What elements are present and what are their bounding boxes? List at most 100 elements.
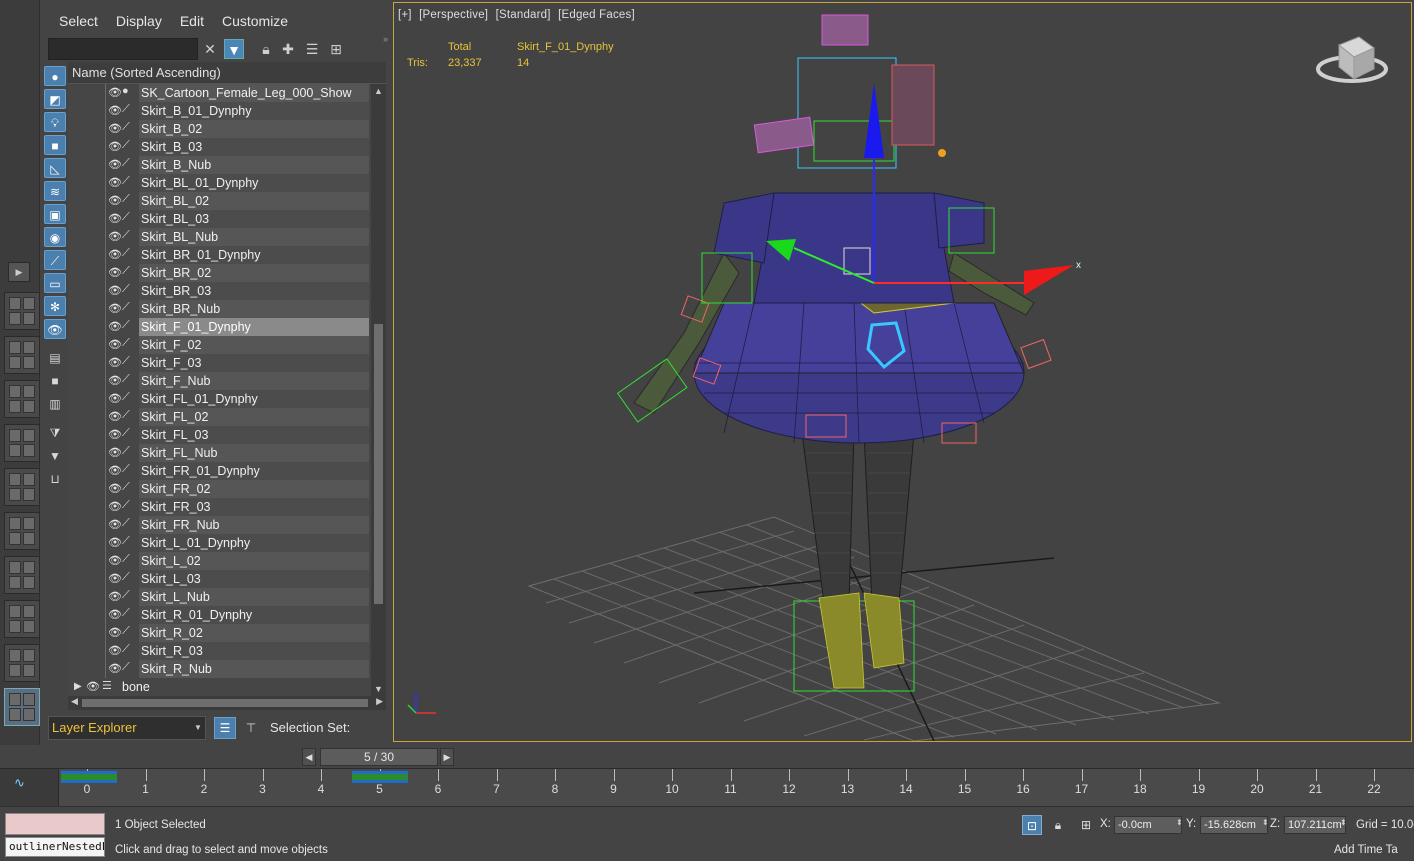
eye-icon[interactable]: 👁︎ (108, 446, 122, 459)
scroll-left-icon[interactable]: ◀ (71, 696, 78, 707)
list-item[interactable]: 👁︎ ⟋ Skirt_L_02 (68, 552, 371, 570)
list-item[interactable]: 👁︎ ⟋ Skirt_F_01_Dynphy (68, 318, 371, 336)
helpers-filter-icon[interactable]: ◺ (44, 158, 66, 178)
list-item[interactable]: 👁︎ ⟋ Skirt_L_01_Dynphy (68, 534, 371, 552)
list-item[interactable]: 👁︎ ⟋ Skirt_FL_01_Dynphy (68, 390, 371, 408)
scroll-down-icon[interactable]: ▼ (371, 684, 386, 694)
eye-icon[interactable]: 👁︎ (108, 374, 122, 387)
eye-icon[interactable]: 👁︎ (108, 176, 122, 189)
viewport-layout-tab[interactable] (4, 380, 40, 418)
list-item[interactable]: 👁︎ ⟋ Skirt_BL_01_Dynphy (68, 174, 371, 192)
eye-icon[interactable]: 👁︎ (108, 554, 122, 567)
eye-icon[interactable]: 👁︎ (108, 572, 122, 585)
eye-icon[interactable]: 👁︎ (108, 464, 122, 477)
selection-lock-icon[interactable]: 🔒︎ (1048, 815, 1068, 835)
add-layer-icon[interactable]: ✚ (278, 39, 298, 59)
funnel-icon[interactable]: ▼ (44, 446, 66, 466)
list-item[interactable]: 👁︎ ⟋ Skirt_BR_01_Dynphy (68, 246, 371, 264)
list-item[interactable]: 👁︎ ⟋ Skirt_F_02 (68, 336, 371, 354)
list-item[interactable]: 👁︎ ⟋ Skirt_BR_02 (68, 264, 371, 282)
eye-icon[interactable]: 👁︎ (108, 518, 122, 531)
eye-icon[interactable]: 👁︎ (108, 428, 122, 441)
viewport-shading-menu[interactable]: [Edged Faces] (558, 9, 635, 21)
eye-icon[interactable]: 👁︎ (108, 392, 122, 405)
viewport-layout-tab[interactable] (4, 600, 40, 638)
eye-icon[interactable]: 👁︎ (108, 590, 122, 603)
list-item[interactable]: 👁︎ ⟋ Skirt_FL_02 (68, 408, 371, 426)
list-item[interactable]: 👁︎ ⟋ Skirt_FR_01_Dynphy (68, 462, 371, 480)
expand-panel-button[interactable]: ▶ (8, 262, 30, 282)
list-item[interactable]: 👁︎ ⟋ Skirt_R_02 (68, 624, 371, 642)
eye-icon[interactable]: 👁︎ (108, 410, 122, 423)
add-time-tag-button[interactable]: Add Time Ta (1334, 844, 1398, 856)
eye-icon[interactable]: 👁︎ (108, 302, 122, 315)
y-spinner-icon[interactable]: ⬍ (1262, 818, 1269, 827)
viewport-layout-tab[interactable] (4, 644, 40, 682)
layer-explorer-dropdown[interactable]: Layer Explorer (48, 716, 206, 740)
visibility-filter-icon[interactable]: 👁︎ (44, 319, 66, 339)
maxscript-input[interactable]: outlinerNestedL (5, 837, 105, 857)
chevron-down-icon[interactable]: ▼ (194, 723, 202, 732)
eye-icon[interactable]: 👁︎ (108, 212, 122, 225)
list-item[interactable]: 👁︎ ⟋ Skirt_FR_02 (68, 480, 371, 498)
display-none-icon[interactable]: ■ (44, 371, 66, 391)
hierarchy-icon[interactable]: ⊞ (326, 39, 346, 59)
list-item[interactable]: 👁︎ ⟋ Skirt_BL_02 (68, 192, 371, 210)
eye-icon[interactable]: 👁︎ (108, 284, 122, 297)
time-slider[interactable]: ◀ 5 / 30 ▶ (300, 748, 456, 766)
eye-icon[interactable]: 👁︎ (108, 356, 122, 369)
eye-icon[interactable]: 👁︎ (108, 482, 122, 495)
viewport-general-menu[interactable]: [+] (398, 9, 412, 21)
display-children-icon[interactable]: ▤ (44, 348, 66, 368)
viewport-layout-tab[interactable] (4, 336, 40, 374)
eye-icon[interactable]: 👁︎ (108, 608, 122, 621)
list-item[interactable]: 👁︎ ⟋ Skirt_F_03 (68, 354, 371, 372)
isolate-selection-icon[interactable]: ⊡ (1022, 815, 1042, 835)
scroll-thumb[interactable] (374, 324, 383, 604)
close-icon[interactable]: ✕ (200, 39, 220, 59)
perspective-viewport[interactable]: x [+] [Perspective] [Standard] [Edged Fa… (393, 2, 1412, 742)
list-item[interactable]: 👁︎ ⟋ Skirt_BR_Nub (68, 300, 371, 318)
list-item[interactable]: 👁︎ ⟋ Skirt_BR_03 (68, 282, 371, 300)
menu-customize[interactable]: Customize (213, 8, 297, 34)
list-item[interactable]: 👁︎ ⟋ Skirt_BL_03 (68, 210, 371, 228)
column-header[interactable]: Name (Sorted Ascending) (68, 62, 386, 84)
list-item[interactable]: 👁︎ ⟋ Skirt_R_03 (68, 642, 371, 660)
list-item[interactable]: 👁︎ ⟋ Skirt_R_Nub (68, 660, 371, 678)
current-frame-marker[interactable] (351, 771, 408, 783)
menu-display[interactable]: Display (107, 8, 171, 34)
viewport-shading-standard-menu[interactable]: [Standard] (496, 9, 551, 21)
vertical-scrollbar[interactable]: ▲ ▼ (371, 84, 386, 696)
list-item[interactable]: 👁︎ ⟋ Skirt_FL_03 (68, 426, 371, 444)
eye-icon[interactable]: 👁︎ (108, 230, 122, 243)
previous-frame-button[interactable]: ◀ (302, 748, 316, 766)
particles-filter-icon[interactable]: ✻ (44, 296, 66, 316)
view-cube[interactable] (1316, 36, 1388, 83)
spacewarps-filter-icon[interactable]: ≋ (44, 181, 66, 201)
sort-by-hierarchy-icon[interactable]: ⊤ (240, 717, 262, 739)
groups-filter-icon[interactable]: ▣ (44, 204, 66, 224)
lights-filter-icon[interactable]: 💡︎ (44, 112, 66, 132)
expand-arrow-icon[interactable]: ▶ (74, 681, 82, 692)
time-slider-thumb[interactable]: 5 / 30 (320, 748, 438, 766)
filter-settings-icon[interactable]: ⧩ (44, 423, 66, 443)
eye-icon[interactable]: 👁︎ (108, 644, 122, 657)
lock-icon[interactable]: 🔒︎ (256, 39, 276, 59)
list-item[interactable]: 👁︎ ⟋ Skirt_FR_Nub (68, 516, 371, 534)
y-field[interactable]: -15.628cm (1200, 816, 1268, 834)
bones-filter-icon[interactable]: ⟋ (44, 250, 66, 270)
list-item[interactable]: 👁︎ ⟋ Skirt_L_03 (68, 570, 371, 588)
eye-icon[interactable]: 👁︎ (108, 104, 122, 117)
maxscript-output[interactable] (5, 813, 105, 835)
viewport-label-menu[interactable]: [+] [Perspective] [Standard] [Edged Face… (398, 9, 639, 21)
curve-editor-icon[interactable]: ∿ (14, 775, 38, 797)
scroll-up-icon[interactable]: ▲ (371, 86, 386, 96)
search-input[interactable] (48, 38, 198, 60)
list-item[interactable]: 👁︎ ⟋ Skirt_B_01_Dynphy (68, 102, 371, 120)
next-frame-button[interactable]: ▶ (440, 748, 454, 766)
eye-icon[interactable]: 👁︎ (108, 140, 122, 153)
sort-by-layer-icon[interactable]: ☰ (214, 717, 236, 739)
eye-icon[interactable]: 👁︎ (108, 500, 122, 513)
eye-icon[interactable]: 👁︎ (108, 158, 122, 171)
list-item[interactable]: 👁︎ ⟋ Skirt_F_Nub (68, 372, 371, 390)
